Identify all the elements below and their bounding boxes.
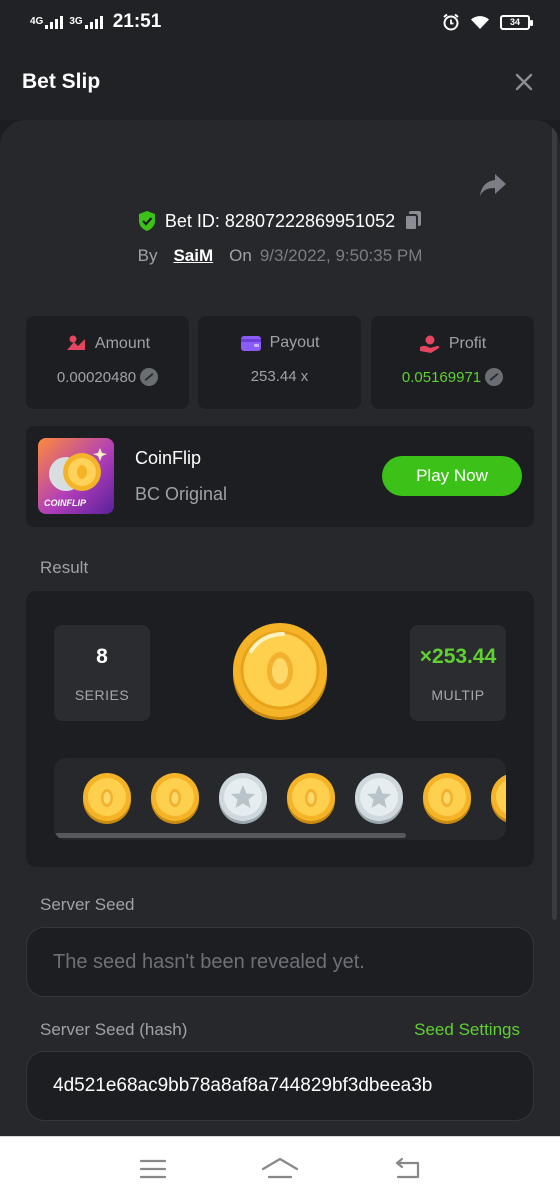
page-title: Bet Slip (22, 70, 101, 93)
bet-slip-sheet: Bet ID: 82807222869951052 By SaiM On 9/3… (0, 120, 560, 1136)
battery-level: 34 (509, 17, 520, 27)
scrollbar[interactable] (552, 120, 557, 920)
system-nav-bar (0, 1136, 560, 1200)
home-button[interactable] (260, 1153, 300, 1185)
seed-settings-link[interactable]: Seed Settings (414, 1020, 520, 1040)
menu-icon (140, 1159, 167, 1178)
silver-coin-icon (219, 773, 267, 824)
currency-icon (485, 368, 504, 386)
status-bar: 4G 3G 21:51 34 (0, 0, 560, 44)
amount-card: Amount 0.00020480 (26, 316, 189, 409)
play-now-button[interactable]: Play Now (382, 456, 522, 496)
menu-button[interactable] (133, 1153, 173, 1185)
gold-coin-icon (83, 773, 131, 824)
profit-value: 0.05169971 (401, 368, 482, 386)
series-label: SERIES (74, 687, 130, 703)
multiplier-box: ×253.44 MULTIP (410, 625, 506, 721)
wifi-icon (471, 16, 489, 29)
user-link[interactable]: SaiM (173, 246, 213, 266)
network-type-label: 4G (30, 15, 44, 27)
game-card: COINFLIP CoinFlip BC Original Play Now (26, 426, 534, 527)
amount-icon (66, 335, 85, 350)
gold-coin-icon (423, 773, 471, 824)
close-button[interactable] (510, 68, 538, 96)
server-seed-label: Server Seed (40, 895, 135, 914)
game-thumbnail[interactable]: COINFLIP (38, 438, 114, 514)
multiplier-value: ×253.44 (419, 645, 497, 668)
result-label: Result (40, 558, 89, 577)
wallet-icon (240, 336, 261, 351)
share-button[interactable] (478, 172, 512, 202)
payout-card: Payout 253.44 x (198, 316, 361, 409)
server-seed-hash-field[interactable]: 4d521e68ac9bb78a8af8a744829bf3dbeea3b (26, 1051, 534, 1121)
game-thumb-label: COINFLIP (44, 498, 86, 508)
coin-track-scrollbar[interactable] (54, 833, 406, 838)
clock: 21:51 (112, 11, 162, 32)
payout-label: Payout (269, 334, 320, 351)
multiplier-label: MULTIP (431, 687, 485, 703)
signal-3g-icon: 3G (69, 15, 103, 29)
series-value: 8 (96, 645, 108, 668)
game-name: CoinFlip (135, 448, 202, 468)
close-icon (515, 73, 533, 91)
result-panel: 8 SERIES ×253.44 MULTIP (26, 591, 534, 867)
back-button[interactable] (387, 1153, 427, 1185)
profit-hand-icon (419, 335, 440, 353)
profit-label: Profit (448, 335, 487, 352)
game-subtitle: BC Original (135, 484, 228, 504)
currency-icon (140, 368, 159, 386)
coin-history-track[interactable] (54, 758, 506, 840)
header: Bet Slip (0, 44, 560, 120)
on-label: On (229, 246, 252, 265)
verified-shield-icon (138, 211, 155, 231)
copy-icon[interactable] (403, 210, 423, 232)
profit-card: Profit 0.05169971 (371, 316, 534, 409)
result-coin-icon (233, 623, 327, 720)
bet-date: 9/3/2022, 9:50:35 PM (259, 246, 423, 265)
series-box: 8 SERIES (54, 625, 150, 721)
amount-value: 0.00020480 (56, 368, 137, 386)
coin-history-strip (82, 771, 506, 825)
bet-id: Bet ID: 82807222869951052 (164, 210, 396, 231)
by-label: By (137, 246, 158, 265)
share-icon (480, 174, 506, 196)
gold-coin-icon (287, 773, 335, 824)
server-seed-field[interactable]: The seed hasn't been revealed yet. (26, 927, 534, 997)
battery-icon: 34 (500, 14, 533, 30)
payout-value: 253.44 x (250, 368, 309, 385)
back-icon (395, 1157, 419, 1178)
home-icon (261, 1157, 299, 1178)
signal-4g-icon: 4G (30, 15, 64, 29)
network-type-label: 3G (69, 15, 83, 27)
bet-id-row: Bet ID: 82807222869951052 (0, 210, 560, 232)
bet-meta-row: By SaiM On 9/3/2022, 9:50:35 PM (0, 246, 560, 266)
alarm-icon (443, 13, 459, 31)
server-seed-hash-label: Server Seed (hash) (40, 1020, 188, 1039)
silver-coin-icon (355, 773, 403, 824)
gold-coin-icon (491, 774, 506, 823)
gold-coin-icon (151, 773, 199, 824)
amount-label: Amount (94, 335, 151, 352)
